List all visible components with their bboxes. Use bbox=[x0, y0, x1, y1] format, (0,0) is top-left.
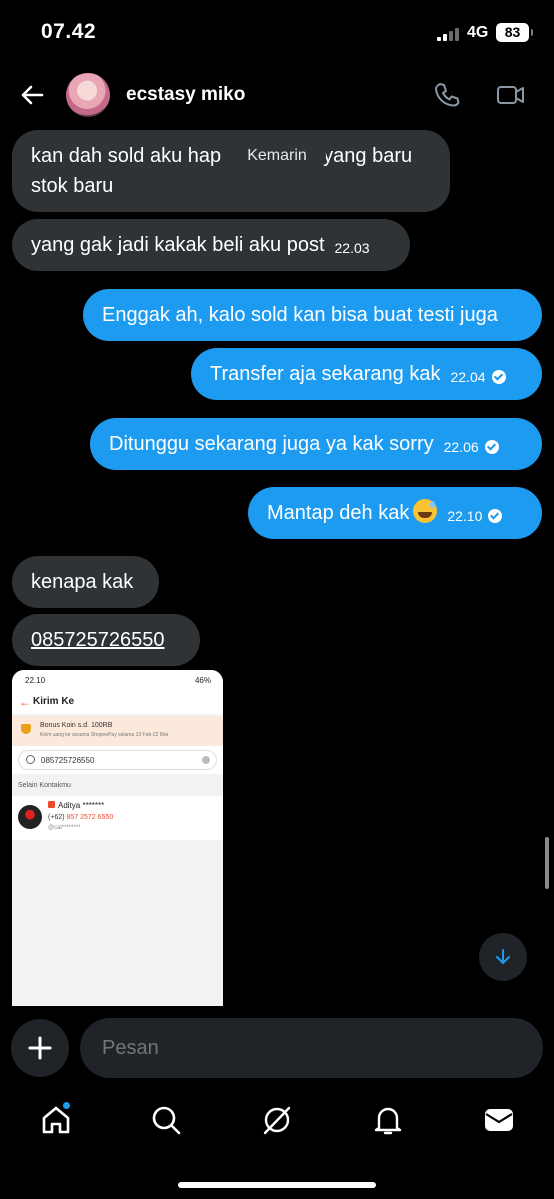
message-text: stok baru bbox=[31, 175, 114, 197]
attachment-promo-title: Bonus Koin s.d. 100RB bbox=[40, 722, 113, 729]
attachment-section-header: Selain Kontakmu bbox=[12, 774, 223, 796]
envelope-icon bbox=[485, 1109, 513, 1131]
message-incoming[interactable]: kenapa kak bbox=[12, 556, 159, 608]
message-text: kenapa kak bbox=[31, 571, 134, 593]
status-time: 07.42 bbox=[41, 20, 97, 43]
read-check-icon bbox=[488, 509, 503, 523]
message-time: 22.04 bbox=[450, 369, 486, 385]
attachment-section-label: Selain Kontakmu bbox=[18, 782, 71, 789]
status-bar: 07.42 4G 83 bbox=[0, 0, 554, 66]
message-text: Mantap deh kak bbox=[267, 502, 410, 524]
attachment-phone-prefix: (+62) bbox=[48, 814, 65, 821]
arrow-left-icon bbox=[21, 85, 44, 105]
message-outgoing[interactable]: Transfer aja sekarang kak 22.04 bbox=[191, 348, 542, 400]
attachment-title: Kirim Ke bbox=[33, 696, 75, 707]
attachment-contact-row: Aditya ******* (+62) 857 2572 6550 @cal*… bbox=[12, 796, 223, 840]
attachment-search-value: 085725726550 bbox=[41, 756, 95, 765]
plus-icon bbox=[28, 1036, 52, 1060]
nav-search[interactable] bbox=[149, 1103, 183, 1137]
attachment-promo-subtitle: Kirim uang ke sesama ShopeePay selama 13… bbox=[40, 732, 169, 738]
nav-messages[interactable] bbox=[482, 1103, 516, 1137]
message-text: yang baru bbox=[323, 145, 413, 167]
attachment-back-arrow-icon: ← bbox=[19, 695, 31, 709]
attachment-phone: 857 2572 6550 bbox=[66, 814, 114, 821]
network-label: 4G bbox=[467, 24, 489, 41]
message-input[interactable]: Pesan bbox=[80, 1018, 543, 1078]
shop-badge-icon bbox=[48, 801, 55, 808]
read-check-icon bbox=[484, 440, 499, 454]
avatar[interactable] bbox=[66, 73, 110, 117]
attachment-contact-handle: @cal******** bbox=[48, 825, 81, 831]
call-button[interactable] bbox=[432, 80, 462, 110]
bell-icon bbox=[374, 1107, 402, 1135]
attachment-search: 085725726550 bbox=[12, 746, 223, 774]
chat-header: ecstasy miko bbox=[0, 66, 554, 126]
attachment-search-icon bbox=[26, 755, 35, 764]
grok-icon bbox=[263, 1106, 291, 1135]
video-camera-icon bbox=[497, 86, 524, 104]
home-indicator bbox=[178, 1182, 376, 1188]
message-incoming[interactable]: 085725726550 bbox=[12, 614, 200, 666]
message-text: yang gak jadi kakak beli aku post bbox=[31, 234, 325, 256]
nav-grok[interactable] bbox=[260, 1103, 294, 1137]
add-media-button[interactable] bbox=[11, 1019, 69, 1077]
attachment-status-time: 22.10 bbox=[25, 676, 46, 685]
search-icon bbox=[152, 1106, 181, 1135]
attachment-promo-banner: Bonus Koin s.d. 100RB Kirim uang ke sesa… bbox=[12, 716, 223, 746]
nav-notifications[interactable] bbox=[371, 1103, 405, 1137]
contact-name[interactable]: ecstasy miko bbox=[126, 84, 245, 106]
phone-icon bbox=[435, 83, 460, 107]
message-time: 22.10 bbox=[447, 508, 483, 524]
attachment-battery: 46% bbox=[194, 676, 211, 685]
notification-dot bbox=[62, 1101, 71, 1110]
grinning-sweat-emoji-icon bbox=[413, 499, 438, 523]
attachment-clear-icon bbox=[202, 756, 210, 764]
scroll-to-bottom-button[interactable] bbox=[479, 933, 527, 981]
message-outgoing[interactable]: Mantap deh kak 22.10 bbox=[248, 487, 542, 539]
signal-icon bbox=[437, 27, 461, 41]
attachment-contact-avatar bbox=[18, 805, 42, 829]
message-text: kan dah sold aku hap bbox=[31, 145, 222, 167]
message-incoming[interactable]: yang gak jadi kakak beli aku post 22.03 bbox=[12, 219, 410, 271]
attachment-status-bar: 22.10 46% bbox=[12, 670, 223, 690]
read-check-icon bbox=[491, 370, 506, 384]
battery-icon: 83 bbox=[496, 23, 533, 42]
message-incoming[interactable]: kan dah sold aku hap yang baru stok baru bbox=[12, 130, 450, 212]
message-text: Transfer aja sekarang kak bbox=[210, 363, 441, 385]
message-text: Enggak ah, kalo sold kan bisa buat testi… bbox=[102, 304, 498, 326]
image-attachment[interactable]: 22.10 46% ← Kirim Ke Bonus Koin s.d. 100… bbox=[12, 670, 223, 1006]
attachment-title-bar: ← Kirim Ke bbox=[12, 690, 223, 714]
attachment-contact-name: Aditya ******* bbox=[58, 801, 105, 810]
arrow-down-icon bbox=[496, 949, 510, 964]
message-time: 22.03 bbox=[334, 240, 370, 256]
message-outgoing[interactable]: Enggak ah, kalo sold kan bisa buat testi… bbox=[83, 289, 542, 341]
message-time: 22.06 bbox=[443, 439, 479, 455]
video-call-button[interactable] bbox=[495, 80, 527, 110]
scrollbar[interactable] bbox=[545, 837, 549, 889]
message-outgoing[interactable]: Ditunggu sekarang juga ya kak sorry 22.06 bbox=[90, 418, 542, 470]
trophy-icon bbox=[21, 724, 31, 734]
date-divider: Kemarin bbox=[228, 140, 326, 171]
back-button[interactable] bbox=[18, 80, 48, 110]
message-text: Ditunggu sekarang juga ya kak sorry bbox=[109, 433, 434, 455]
phone-number-link[interactable]: 085725726550 bbox=[31, 629, 164, 651]
